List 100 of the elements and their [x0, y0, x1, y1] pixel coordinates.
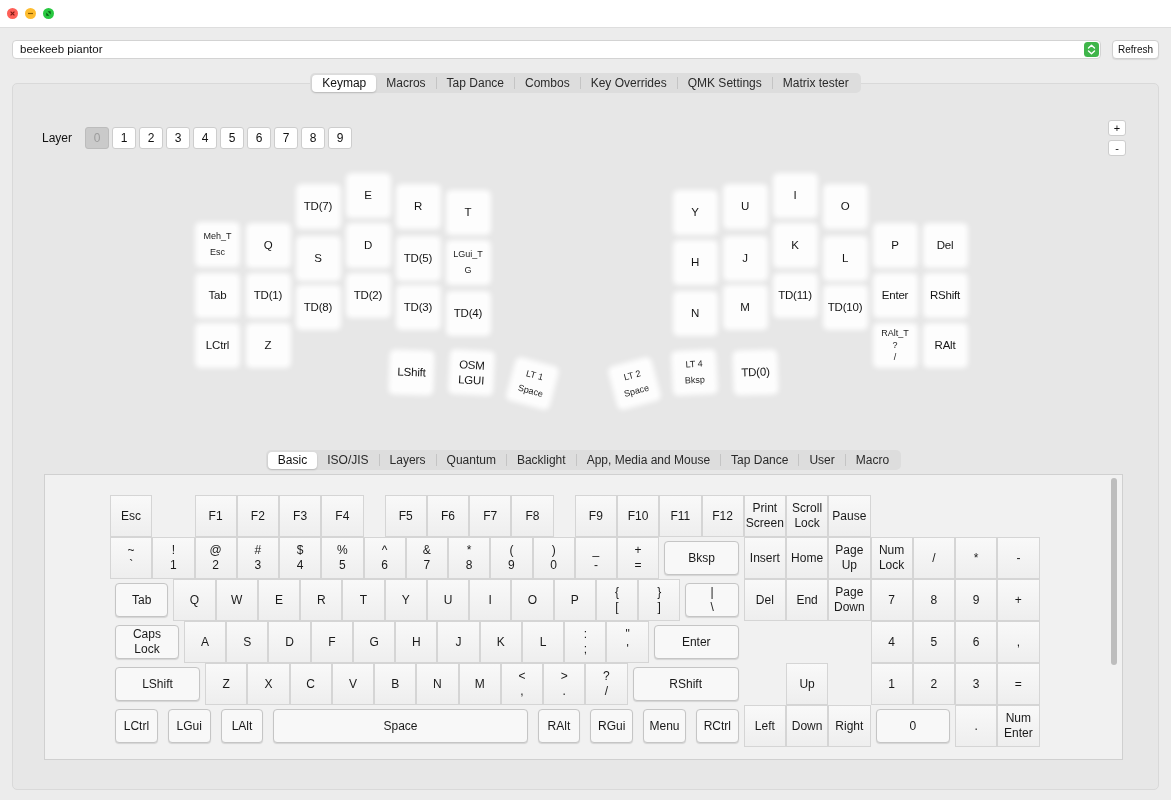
close-icon[interactable] — [7, 8, 18, 19]
keycode-button[interactable]: C — [289, 663, 332, 705]
keycode-button[interactable]: D — [268, 621, 311, 663]
keycap[interactable]: TD(2) — [349, 276, 387, 314]
keycode-button[interactable]: F2 — [236, 495, 279, 537]
keycap[interactable]: Z — [249, 326, 287, 364]
keycode-button[interactable]: W — [215, 579, 258, 621]
refresh-button[interactable]: Refresh — [1112, 40, 1159, 59]
keycode-tab[interactable]: Tap Dance — [721, 451, 799, 469]
keycap[interactable]: M — [726, 288, 764, 326]
keycap[interactable]: TD(5) — [399, 239, 437, 277]
scrollbar[interactable] — [1111, 478, 1117, 665]
keycode-button[interactable]: Page Up — [828, 537, 871, 579]
keycap[interactable]: T — [449, 193, 487, 231]
layer-button[interactable]: 6 — [247, 127, 272, 149]
keycap[interactable]: OSM LGUI — [451, 352, 491, 392]
keycode-button[interactable]: . — [955, 705, 998, 747]
keycode-button[interactable]: & 7 — [405, 537, 448, 579]
keycode-button[interactable]: @ 2 — [194, 537, 237, 579]
keycode-button[interactable]: - — [997, 537, 1040, 579]
keycode-button[interactable]: > . — [543, 663, 586, 705]
keycode-button[interactable]: Enter — [653, 625, 739, 659]
keycap[interactable]: TD(10) — [826, 288, 864, 326]
keycode-button[interactable]: H — [395, 621, 438, 663]
plus-button[interactable]: + — [1108, 120, 1126, 136]
tab[interactable]: Tap Dance — [436, 74, 514, 92]
keycap[interactable]: L — [826, 239, 864, 277]
keycode-button[interactable]: Y — [384, 579, 427, 621]
keycode-button[interactable]: F4 — [321, 495, 364, 537]
layer-button[interactable]: 9 — [328, 127, 353, 149]
keycap[interactable]: N — [676, 294, 714, 332]
keycode-button[interactable]: Home — [786, 537, 829, 579]
keycode-button[interactable]: 3 — [955, 663, 998, 705]
keycode-button[interactable]: K — [479, 621, 522, 663]
keycode-button[interactable]: RShift — [632, 667, 739, 701]
keycap[interactable]: P — [876, 226, 914, 264]
keycode-button[interactable]: ) 0 — [532, 537, 575, 579]
keycap[interactable]: TD(0) — [735, 352, 775, 392]
keycode-button[interactable]: F6 — [426, 495, 470, 537]
keycap[interactable]: RShift — [926, 276, 964, 314]
keycap[interactable]: Del — [926, 226, 964, 264]
keycode-button[interactable]: { [ — [595, 579, 639, 621]
keycap[interactable]: J — [726, 239, 764, 277]
keycode-button[interactable]: Esc — [110, 495, 153, 537]
keycode-button[interactable]: Caps Lock — [115, 625, 179, 659]
keycode-button[interactable]: $ 4 — [279, 537, 322, 579]
layer-button[interactable]: 8 — [301, 127, 326, 149]
keycode-button[interactable]: V — [331, 663, 375, 705]
keycode-button[interactable]: F10 — [617, 495, 660, 537]
keycap[interactable]: TD(4) — [449, 294, 487, 332]
keycode-button[interactable]: End — [786, 579, 829, 621]
keycode-tab[interactable]: Backlight — [506, 451, 576, 469]
keycode-button[interactable]: ! 1 — [152, 537, 195, 579]
keycode-button[interactable]: * — [955, 537, 998, 579]
keycode-button[interactable]: Del — [743, 579, 786, 621]
tab[interactable]: Matrix tester — [772, 74, 859, 92]
keycap[interactable]: O — [826, 187, 864, 225]
layer-button[interactable]: 7 — [274, 127, 299, 149]
layer-button[interactable]: 4 — [193, 127, 218, 149]
keycode-tab[interactable]: Macro — [845, 451, 900, 469]
tab[interactable]: Macros — [376, 74, 436, 92]
keycode-button[interactable]: * 8 — [448, 537, 491, 579]
keycode-button[interactable]: B — [374, 663, 417, 705]
keycap[interactable]: LT 1 Space — [509, 360, 555, 406]
keycode-tab[interactable]: App, Media and Mouse — [576, 451, 721, 469]
device-dropdown[interactable]: beekeeb piantor — [12, 40, 1101, 59]
keycode-button[interactable]: X — [247, 663, 290, 705]
keycode-button[interactable]: ( 9 — [490, 537, 533, 579]
keycode-button[interactable]: F — [310, 621, 353, 663]
layer-button[interactable]: 1 — [112, 127, 137, 149]
keycode-button[interactable]: " ' — [606, 621, 649, 663]
keycode-button[interactable]: 6 — [955, 621, 998, 663]
keycode-button[interactable]: ~ ` — [110, 537, 153, 579]
keycode-button[interactable]: A — [183, 621, 227, 663]
keycode-button[interactable]: LShift — [115, 667, 201, 701]
keycode-button[interactable]: F3 — [279, 495, 322, 537]
keycode-button[interactable]: M — [458, 663, 501, 705]
keycode-button[interactable]: F12 — [701, 495, 744, 537]
keycap[interactable]: LShift — [391, 352, 431, 392]
keycode-button[interactable]: F11 — [659, 495, 702, 537]
layer-button[interactable]: 3 — [166, 127, 191, 149]
keycode-tab[interactable]: Layers — [379, 451, 436, 469]
keycode-button[interactable]: Num Lock — [870, 537, 913, 579]
keycap[interactable]: Meh_T Esc — [199, 225, 236, 263]
keycap[interactable]: TD(8) — [299, 288, 337, 326]
fullscreen-icon[interactable] — [43, 8, 54, 19]
keycode-button[interactable]: F8 — [511, 495, 554, 537]
layer-button[interactable]: 2 — [139, 127, 164, 149]
keycap[interactable]: Y — [676, 193, 714, 231]
keycode-button[interactable]: + = — [617, 537, 660, 579]
keycode-button[interactable]: / — [912, 537, 955, 579]
keycode-button[interactable]: Page Down — [828, 579, 871, 621]
keycode-button[interactable]: 7 — [870, 579, 913, 621]
keycode-button[interactable]: T — [342, 579, 385, 621]
keycap[interactable]: RAlt — [926, 326, 964, 364]
keycode-button[interactable]: Scroll Lock — [786, 495, 829, 537]
keycode-button[interactable]: LAlt — [220, 709, 264, 743]
keycap[interactable]: Tab — [199, 276, 236, 314]
keycap[interactable]: LT 2 Space — [611, 360, 657, 406]
keycode-button[interactable]: ? / — [585, 663, 628, 705]
